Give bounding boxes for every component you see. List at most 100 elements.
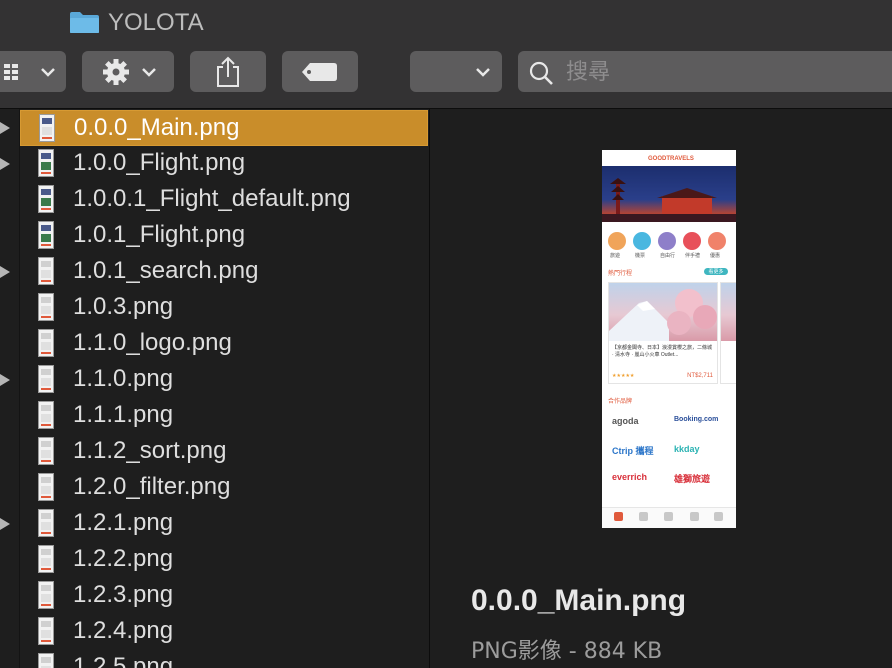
- file-thumbnail-icon: [38, 221, 54, 249]
- preview-thumbnail[interactable]: GOODTRAVELS 旅遊 機票 自由行 伴手禮 優惠 熱門行程 看更多 【京…: [602, 150, 736, 528]
- file-name: 1.1.1.png: [73, 401, 174, 428]
- file-thumbnail-icon: [38, 149, 54, 177]
- window-titlebar: YOLOTA: [0, 0, 892, 46]
- disclosure-triangle-icon[interactable]: [0, 266, 10, 278]
- file-list: 0.0.0_Main.png 1.0.0_Flight.png 1.0.0.1_Fl…: [0, 109, 429, 668]
- thumb-brand-logo: Ctrip 攜程: [612, 446, 654, 456]
- file-row[interactable]: 1.1.2_sort.png: [20, 434, 428, 470]
- disclosure-triangle-icon[interactable]: [0, 374, 10, 386]
- file-name: 1.2.3.png: [73, 581, 174, 608]
- thumb-section-partners: 合作品牌: [608, 399, 633, 405]
- file-thumbnail-icon: [38, 617, 54, 645]
- thumb-category-icon: [708, 232, 726, 250]
- file-name: 1.2.2.png: [73, 545, 174, 572]
- thumb-card: 【京都金閣寺、日本】浪漫賞櫻之旅，二條城 · 清水寺 · 嵐山小火車 Outle…: [608, 282, 718, 384]
- thumb-tab-icon: [664, 512, 673, 521]
- tag-icon: [302, 62, 337, 81]
- file-thumbnail-icon: [39, 114, 55, 142]
- thumb-card-text: 【京都金閣寺、日本】浪漫賞櫻之旅，二條城 · 清水寺 · 嵐山小火車 Outle…: [612, 345, 713, 358]
- file-thumbnail-icon: [38, 473, 54, 501]
- thumb-hero-image: [602, 166, 736, 222]
- thumb-brand-logo: agoda: [612, 416, 639, 426]
- folder-icon: [70, 12, 99, 33]
- search-field[interactable]: [518, 51, 892, 92]
- thumb-tab-bar: [602, 507, 736, 528]
- file-thumbnail-icon: [38, 437, 54, 465]
- file-name: 1.2.4.png: [73, 617, 174, 644]
- thumb-category-label: 自由行: [660, 253, 676, 259]
- file-row[interactable]: 1.2.1.png: [20, 506, 428, 542]
- thumb-tab-icon: [714, 512, 723, 521]
- file-thumbnail-icon: [38, 401, 54, 429]
- action-menu-button[interactable]: [82, 51, 174, 92]
- thumb-brand-logo: 雄獅旅遊: [674, 474, 711, 484]
- file-thumbnail-icon: [38, 185, 54, 213]
- file-row[interactable]: 1.2.5.png: [20, 650, 428, 668]
- file-name: 1.0.0_Flight.png: [73, 149, 246, 176]
- search-input[interactable]: [564, 55, 868, 89]
- search-icon: [529, 61, 553, 85]
- thumb-category-label: 優惠: [710, 253, 721, 259]
- thumb-category-icon: [608, 232, 626, 250]
- file-name: 1.2.5.png: [73, 653, 174, 668]
- tags-button[interactable]: [282, 51, 358, 92]
- file-name: 1.1.2_sort.png: [73, 437, 227, 464]
- view-mode-button[interactable]: [0, 51, 66, 92]
- file-row[interactable]: 1.1.0_logo.png: [20, 326, 428, 362]
- pagoda-illustration: [602, 178, 736, 222]
- thumb-tab-icon: [690, 512, 699, 521]
- thumb-tab-icon: [639, 512, 648, 521]
- thumb-more-tag: 看更多: [704, 268, 728, 275]
- thumb-category-label: 伴手禮: [685, 253, 701, 259]
- file-thumbnail-icon: [38, 257, 54, 285]
- file-row[interactable]: 1.0.3.png: [20, 290, 428, 326]
- thumb-category-icon: [633, 232, 651, 250]
- thumb-category-label: 旅遊: [610, 253, 621, 259]
- file-row[interactable]: 1.0.0_Flight.png: [20, 146, 428, 182]
- share-icon: [217, 56, 239, 87]
- thumb-section-popular: 熱門行程: [608, 271, 633, 277]
- group-by-button[interactable]: [410, 51, 502, 92]
- preview-file-info: PNG影像 - 884 KB: [471, 639, 663, 664]
- file-row[interactable]: 0.0.0_Main.png: [20, 110, 428, 146]
- file-name: 1.0.1_Flight.png: [73, 221, 246, 248]
- thumb-brand-logo: everrich: [612, 472, 648, 482]
- thumb-card-next-image: [721, 283, 736, 341]
- window-title: YOLOTA: [108, 9, 204, 36]
- file-row[interactable]: 1.2.4.png: [20, 614, 428, 650]
- file-row[interactable]: 1.0.1_Flight.png: [20, 218, 428, 254]
- thumb-brand-logo: kkday: [674, 444, 700, 454]
- file-name: 1.1.0.png: [73, 365, 174, 392]
- file-thumbnail-icon: [38, 365, 54, 393]
- file-name: 1.2.0_filter.png: [73, 473, 231, 500]
- disclosure-triangle-icon[interactable]: [0, 122, 10, 134]
- chevron-down-icon: [476, 67, 490, 77]
- file-thumbnail-icon: [38, 545, 54, 573]
- share-button[interactable]: [190, 51, 266, 92]
- disclosure-triangle-icon[interactable]: [0, 158, 10, 170]
- thumb-tab-home-icon: [614, 512, 623, 521]
- file-row[interactable]: 1.0.0.1_Flight_default.png: [20, 182, 428, 218]
- file-row[interactable]: 1.2.0_filter.png: [20, 470, 428, 506]
- thumb-card-image: [609, 283, 717, 341]
- gear-icon: [103, 58, 156, 85]
- file-name: 1.0.3.png: [73, 293, 174, 320]
- file-thumbnail-icon: [38, 509, 54, 537]
- file-row[interactable]: 1.2.3.png: [20, 578, 428, 614]
- thumb-category-label: 機票: [635, 253, 646, 259]
- thumb-category-icon: [683, 232, 701, 250]
- file-row[interactable]: 1.0.1_search.png: [20, 254, 428, 290]
- list-gutter: [0, 109, 20, 668]
- thumb-category-icon: [658, 232, 676, 250]
- disclosure-triangle-icon[interactable]: [0, 518, 10, 530]
- file-row[interactable]: 1.1.1.png: [20, 398, 428, 434]
- thumb-rating: ★★★★★: [612, 373, 635, 379]
- file-thumbnail-icon: [38, 329, 54, 357]
- file-row[interactable]: 1.1.0.png: [20, 362, 428, 398]
- file-name: 1.2.1.png: [73, 509, 174, 536]
- file-name: 0.0.0_Main.png: [74, 114, 240, 141]
- file-name: 1.0.0.1_Flight_default.png: [73, 185, 351, 212]
- file-thumbnail-icon: [38, 653, 54, 668]
- file-row[interactable]: 1.2.2.png: [20, 542, 428, 578]
- thumb-brand-logo: Booking.com: [674, 416, 719, 423]
